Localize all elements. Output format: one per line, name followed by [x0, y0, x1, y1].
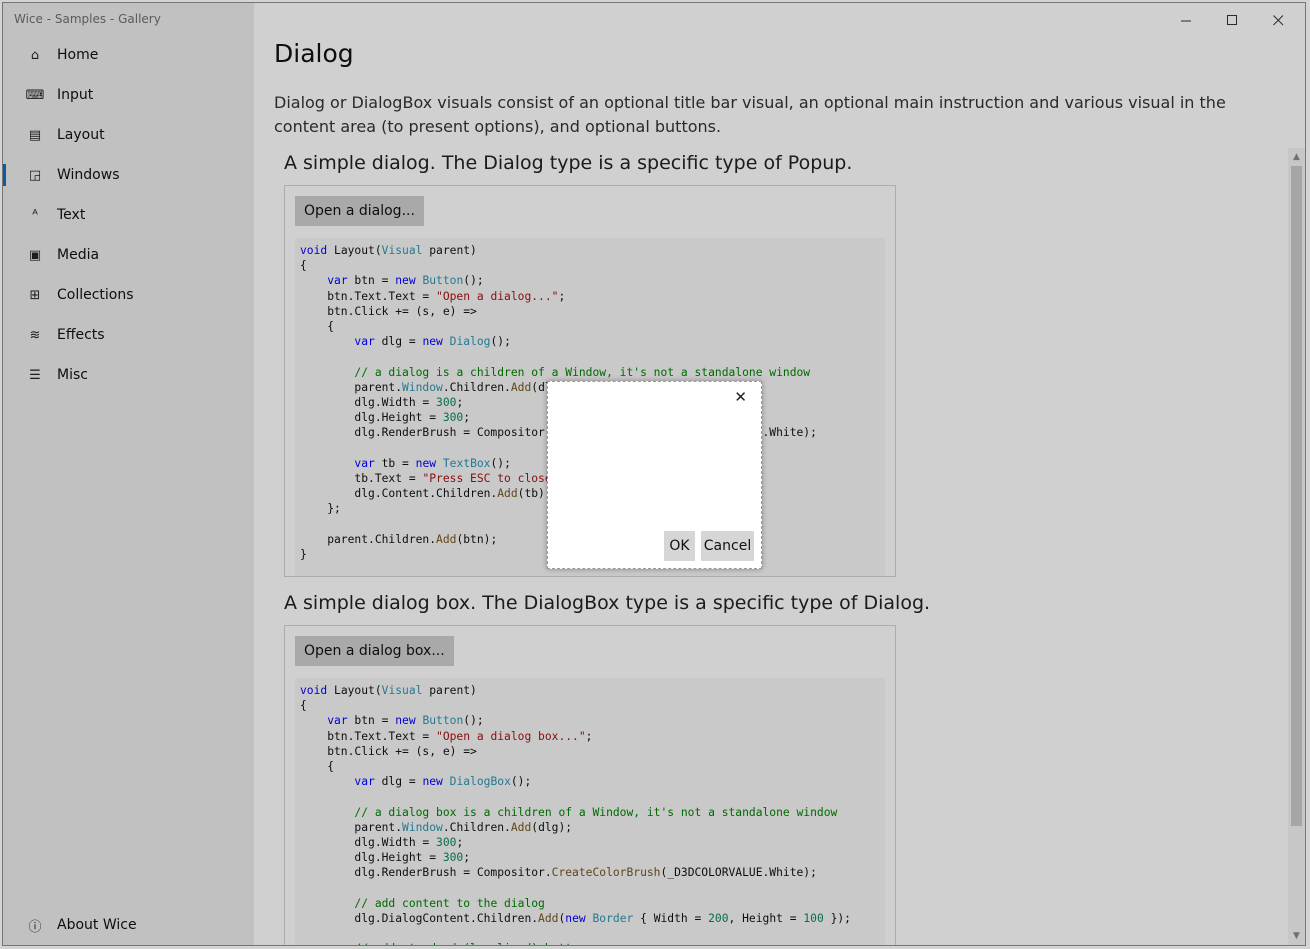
scroll-down-icon[interactable]: ▼	[1288, 928, 1305, 944]
title-bar: Wice - Samples - Gallery	[3, 3, 1305, 37]
minimize-button[interactable]	[1163, 3, 1209, 37]
vertical-scrollbar[interactable]: ▲ ▼	[1288, 148, 1305, 945]
sidebar-item-label: Effects	[57, 327, 105, 343]
close-button[interactable]	[1255, 3, 1301, 37]
text-icon: ᴬ	[32, 207, 38, 223]
media-icon: ▣	[28, 247, 42, 263]
sidebar-item-home[interactable]: ⌂ Home	[13, 38, 243, 72]
sidebar-item-label: Layout	[57, 127, 105, 143]
sidebar-item-label: Misc	[57, 367, 88, 383]
sidebar-item-input[interactable]: ⌨ Input	[13, 78, 243, 112]
windows-icon: ◲	[28, 167, 42, 183]
sidebar-item-label: Home	[57, 47, 99, 63]
sidebar-item-label: Windows	[57, 167, 120, 183]
layout-icon: ▤	[28, 127, 42, 143]
section-title: A simple dialog. The Dialog type is a sp…	[284, 152, 853, 174]
maximize-button[interactable]	[1209, 3, 1255, 37]
sidebar: ⌂ Home ⌨ Input ▤ Layout ◲ Windows ᴬ Text…	[3, 3, 254, 945]
misc-icon: ☰	[29, 367, 41, 383]
maximize-icon	[1226, 14, 1237, 25]
sidebar-item-effects[interactable]: ≋ Effects	[13, 318, 243, 352]
open-dialog-box-button[interactable]: Open a dialog box...	[295, 636, 454, 666]
active-indicator	[3, 164, 6, 186]
ok-button[interactable]: OK	[664, 531, 695, 561]
scroll-up-icon[interactable]: ▲	[1288, 149, 1305, 165]
sidebar-item-label: Text	[57, 207, 86, 223]
dialog-close-icon[interactable]: ✕	[734, 388, 747, 406]
info-icon: ⓘ	[28, 919, 42, 935]
sidebar-item-label: Input	[57, 87, 94, 103]
effects-icon: ≋	[29, 327, 41, 343]
sidebar-item-misc[interactable]: ☰ Misc	[13, 358, 243, 392]
cancel-button[interactable]: Cancel	[701, 531, 754, 561]
dialog: ✕ OK Cancel	[547, 381, 762, 569]
scrollbar-thumb[interactable]	[1291, 166, 1302, 826]
sidebar-item-about[interactable]: ⓘ About Wice	[13, 908, 243, 942]
minimize-icon	[1180, 20, 1191, 21]
keyboard-icon: ⌨	[25, 87, 45, 103]
sidebar-item-windows[interactable]: ◲ Windows	[3, 158, 243, 192]
sidebar-item-label: Collections	[57, 287, 134, 303]
sidebar-item-media[interactable]: ▣ Media	[13, 238, 243, 272]
page-title: Dialog	[274, 39, 354, 68]
content-area: Dialog Dialog or DialogBox visuals consi…	[254, 3, 1305, 945]
sidebar-item-label: About Wice	[57, 917, 137, 933]
sidebar-item-label: Media	[57, 247, 100, 263]
sample-card: Open a dialog box... void Layout(Visual …	[284, 625, 896, 945]
home-icon: ⌂	[30, 47, 40, 63]
sidebar-item-collections[interactable]: ⊞ Collections	[13, 278, 243, 312]
window-title: Wice - Samples - Gallery	[14, 12, 161, 26]
sidebar-item-layout[interactable]: ▤ Layout	[13, 118, 243, 152]
code-sample: void Layout(Visual parent) { var btn = n…	[295, 678, 885, 945]
sidebar-item-text[interactable]: ᴬ Text	[13, 198, 243, 232]
section-title: A simple dialog box. The DialogBox type …	[284, 592, 931, 614]
collections-icon: ⊞	[29, 287, 41, 303]
open-dialog-button[interactable]: Open a dialog...	[295, 196, 424, 226]
close-icon	[1272, 14, 1283, 25]
page-description: Dialog or DialogBox visuals consist of a…	[274, 93, 1226, 136]
